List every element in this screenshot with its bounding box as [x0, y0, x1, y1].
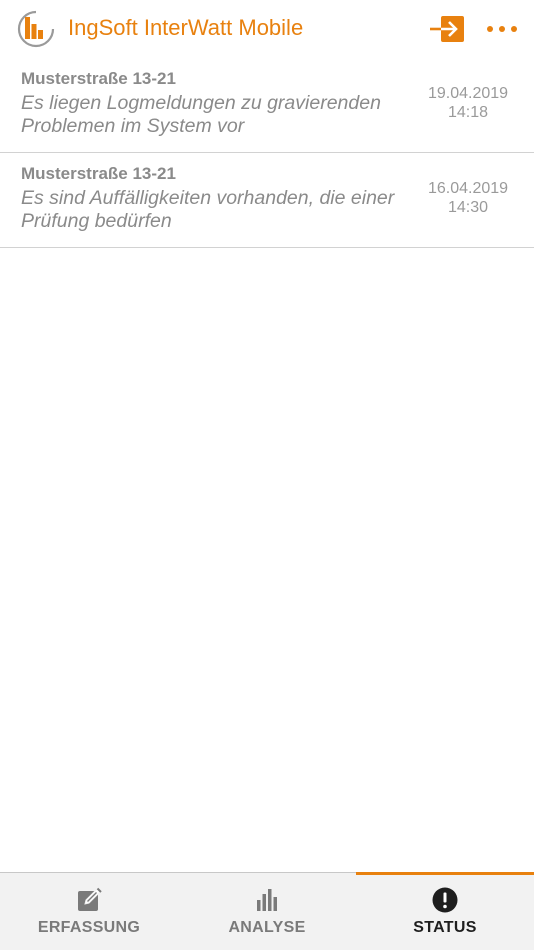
list-item[interactable]: Musterstraße 13-21 Es liegen Logmeldunge…	[0, 58, 534, 153]
dot	[511, 26, 517, 32]
message-location: Musterstraße 13-21	[21, 164, 176, 183]
tab-label: ANALYSE	[228, 919, 306, 936]
tab-status[interactable]: STATUS	[356, 872, 534, 950]
ingsoft-logo-icon	[17, 10, 55, 48]
message-location: Musterstraße 13-21	[21, 69, 176, 88]
dot	[499, 26, 505, 32]
tab-label: ERFASSUNG	[37, 919, 141, 936]
bar-chart-icon	[257, 889, 277, 911]
more-dots-icon[interactable]	[484, 17, 520, 41]
message-text: Es sind Auffälligkeiten vorhanden, die e…	[21, 187, 395, 232]
dot	[487, 26, 493, 32]
message-time: 14:30	[447, 199, 489, 216]
message-time: 14:18	[447, 104, 489, 121]
bottom-navigation: ERFASSUNG ANALYSE STATUS	[0, 872, 534, 950]
tab-label: STATUS	[413, 919, 477, 936]
app-header: IngSoft InterWatt Mobile	[0, 0, 534, 58]
app-title: IngSoft InterWatt Mobile	[68, 15, 304, 40]
list-item[interactable]: Musterstraße 13-21 Es sind Auffälligkeit…	[0, 153, 534, 248]
message-date: 19.04.2019	[427, 85, 509, 102]
exclamation-circle-icon	[432, 887, 458, 913]
tab-erfassung[interactable]: ERFASSUNG	[0, 873, 178, 950]
edit-icon	[78, 887, 102, 911]
app-screen: IngSoft InterWatt Mobile Musterstraße 13…	[0, 0, 534, 950]
message-date: 16.04.2019	[427, 180, 509, 197]
tab-analyse[interactable]: ANALYSE	[178, 873, 356, 950]
status-message-list: Musterstraße 13-21 Es liegen Logmeldunge…	[0, 58, 534, 248]
message-text: Es liegen Logmeldungen zu gravierenden P…	[21, 92, 381, 137]
login-arrow-icon[interactable]	[429, 15, 465, 43]
